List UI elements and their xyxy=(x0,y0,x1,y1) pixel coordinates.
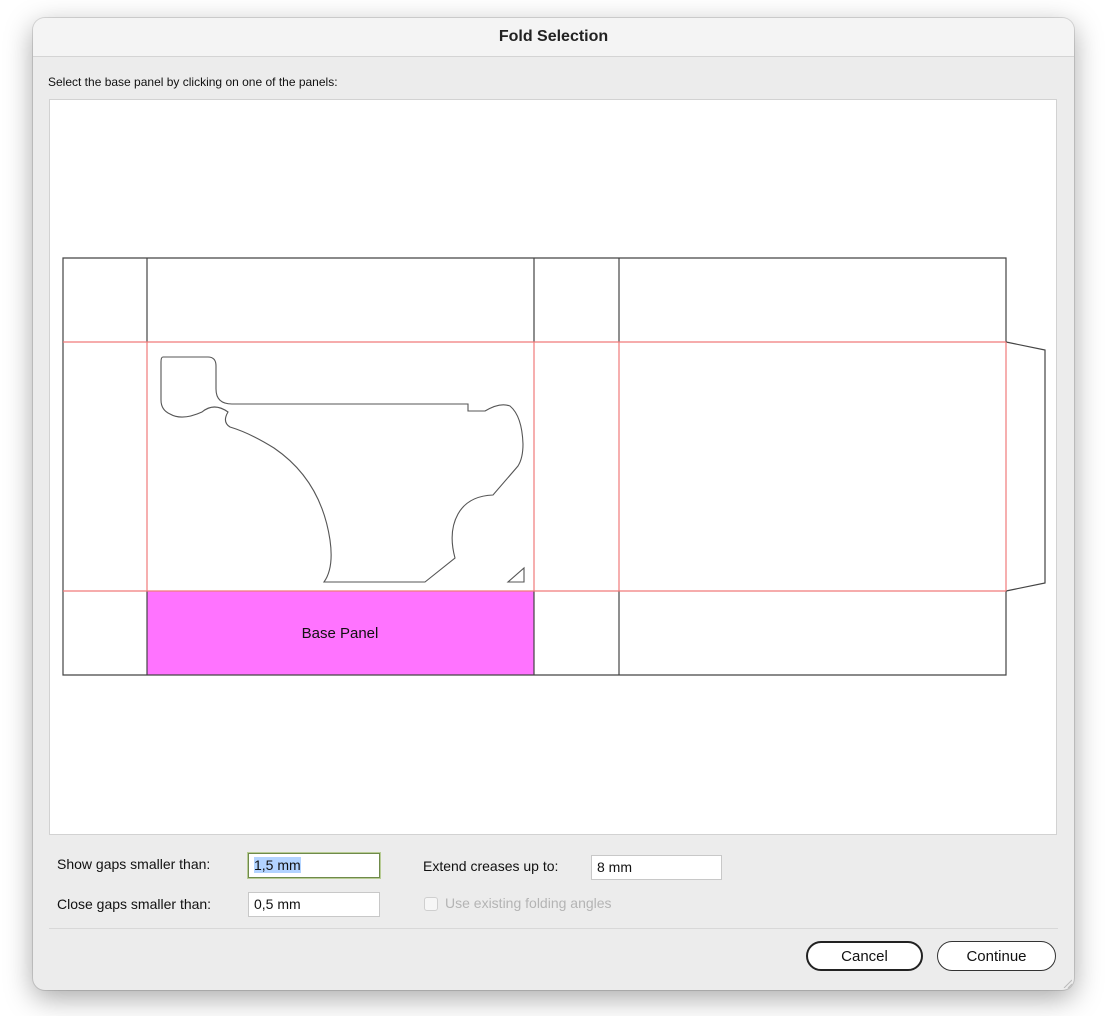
close-gaps-input[interactable]: 0,5 mm xyxy=(248,892,380,917)
footer-divider xyxy=(49,928,1058,929)
use-existing-angles-label: Use existing folding angles xyxy=(445,895,612,911)
panel-top-side-flap[interactable] xyxy=(534,258,619,342)
show-gaps-row: Show gaps smaller than: xyxy=(57,856,210,872)
dieline-preview-canvas[interactable]: Base Panel xyxy=(49,99,1057,835)
title-bar[interactable]: Fold Selection xyxy=(33,18,1074,57)
show-gaps-input[interactable]: 1,5 mm xyxy=(248,853,380,878)
resize-grip-icon[interactable] xyxy=(1062,978,1072,988)
extend-creases-row: Extend creases up to: xyxy=(423,858,558,874)
use-existing-angles-checkbox[interactable] xyxy=(424,897,438,911)
extend-creases-input[interactable]: 8 mm xyxy=(591,855,722,880)
fold-selection-dialog: Fold Selection Select the base panel by … xyxy=(33,18,1074,990)
dialog-title: Fold Selection xyxy=(498,28,609,45)
cancel-button[interactable]: Cancel xyxy=(806,941,923,971)
continue-button[interactable]: Continue xyxy=(937,941,1056,971)
show-gaps-value: 1,5 mm xyxy=(254,857,301,873)
panel-bottom-side-flap[interactable] xyxy=(534,591,619,675)
dieline-svg: Base Panel xyxy=(62,257,1046,676)
extend-creases-value: 8 mm xyxy=(597,859,632,875)
close-gaps-value: 0,5 mm xyxy=(254,896,301,912)
base-panel-label: Base Panel xyxy=(302,625,379,642)
panel-front[interactable] xyxy=(147,342,534,591)
show-gaps-label: Show gaps smaller than: xyxy=(57,856,211,872)
close-gaps-row: Close gaps smaller than: xyxy=(57,896,211,912)
panel-top-front-flap[interactable] xyxy=(147,258,534,342)
panel-bottom-left-flap[interactable] xyxy=(63,591,147,675)
panel-back[interactable] xyxy=(619,342,1006,591)
panel-bottom-back-flap[interactable] xyxy=(619,591,1006,675)
extend-creases-label: Extend creases up to: xyxy=(423,858,559,874)
panel-left-side[interactable] xyxy=(63,342,147,591)
panel-right-side[interactable] xyxy=(534,342,619,591)
close-gaps-label: Close gaps smaller than: xyxy=(57,896,212,912)
panel-top-left-flap[interactable] xyxy=(63,258,147,342)
instruction-text: Select the base panel by clicking on one… xyxy=(48,75,338,89)
panel-top-back-flap[interactable] xyxy=(619,258,1006,342)
